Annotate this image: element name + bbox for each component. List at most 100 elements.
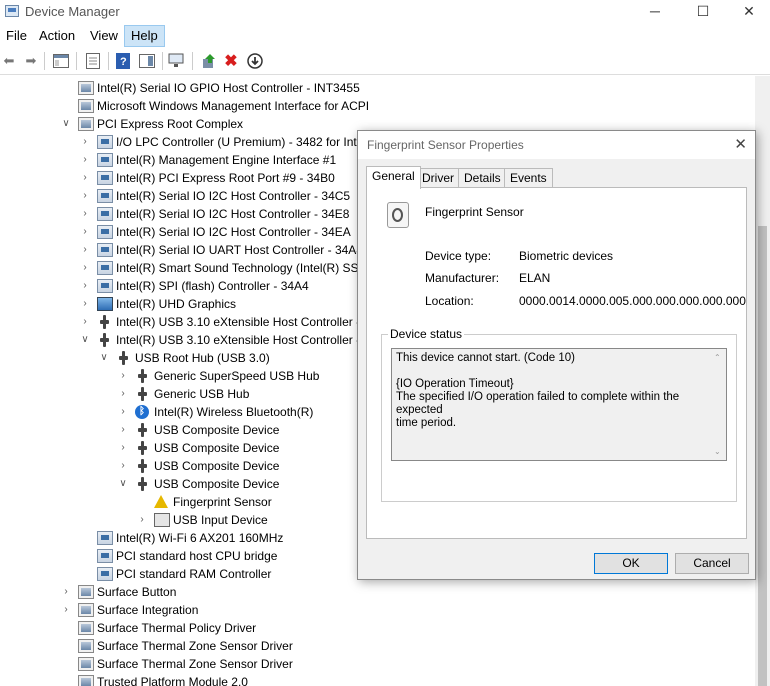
close-button[interactable]: ✕ [726,0,770,24]
tree-node-label: USB Input Device [173,513,268,527]
system-device-icon [78,99,94,113]
expand-chevron-icon[interactable]: › [137,511,147,529]
tree-node-label: Intel(R) SPI (flash) Controller - 34A4 [116,279,309,293]
expand-chevron-icon[interactable]: › [118,385,128,403]
tree-node[interactable]: Intel(R) Serial IO GPIO Host Controller … [0,79,755,97]
maximize-button[interactable]: ☐ [680,0,726,24]
expand-chevron-icon[interactable]: › [80,169,90,187]
tree-scrollbar[interactable] [755,76,770,686]
usb-icon [135,369,151,383]
help-icon[interactable]: ? [114,52,132,70]
tree-node-label: Intel(R) Wi-Fi 6 AX201 160MHz [116,531,284,545]
system-device-icon [78,81,94,95]
expand-chevron-icon[interactable]: › [80,313,90,331]
menu-view[interactable]: View [84,25,124,47]
tree-node-label: Generic USB Hub [154,387,250,401]
tab-driver[interactable]: Driver [416,168,460,187]
manufacturer-value: ELAN [519,271,551,285]
tree-node-label: Surface Thermal Zone Sensor Driver [97,639,293,653]
menu-file[interactable]: File [0,25,33,47]
expand-chevron-icon[interactable]: › [80,241,90,259]
status-line [396,365,722,378]
expand-chevron-icon[interactable]: › [118,403,128,421]
usb-icon [116,351,132,365]
forward-arrow-icon[interactable]: ➡ [22,52,40,70]
scroll-down-icon[interactable]: ⌄ [714,445,721,458]
tree-node-label: PCI standard host CPU bridge [116,549,278,563]
back-arrow-icon[interactable]: ⬅ [0,52,18,70]
scroll-up-icon[interactable]: ⌃ [714,351,721,364]
menu-action[interactable]: Action [33,25,81,47]
status-scrollbar[interactable]: ⌃ ⌄ [712,351,724,458]
expand-chevron-icon[interactable]: › [118,421,128,439]
expand-chevron-icon[interactable]: › [118,367,128,385]
location-value: 0000.0014.0000.005.000.000.000.000.000 [519,294,746,308]
usb-icon [135,387,151,401]
general-tab-panel: Fingerprint Sensor Device type: Biometri… [366,187,747,539]
device-icon [97,207,113,221]
system-device-icon [78,603,94,617]
tree-node[interactable]: Microsoft Windows Management Interface f… [0,97,755,115]
tree-node[interactable]: › Surface Integration [0,601,755,619]
collapse-chevron-icon[interactable]: ∨ [118,475,128,493]
tab-events[interactable]: Events [504,168,553,187]
expand-chevron-icon[interactable]: › [80,133,90,151]
menu-help[interactable]: Help [124,25,165,47]
tree-node-label: PCI Express Root Complex [97,117,244,131]
title-bar: Device Manager ─ ☐ ✕ [0,0,770,24]
expand-chevron-icon[interactable]: › [80,223,90,241]
scrollbar-thumb[interactable] [758,226,767,686]
scan-hardware-icon[interactable] [168,52,186,70]
toolbar: ⬅ ➡ ? ✖ [0,48,770,75]
fingerprint-icon [387,202,409,228]
expand-chevron-icon[interactable]: › [80,205,90,223]
expand-chevron-icon[interactable]: › [80,151,90,169]
expand-chevron-icon[interactable]: › [80,187,90,205]
tree-node-label: USB Root Hub (USB 3.0) [135,351,270,365]
tree-node-label: Fingerprint Sensor [173,495,272,509]
dialog-title-bar: Fingerprint Sensor Properties ✕ [358,131,755,159]
expand-chevron-icon[interactable]: › [80,277,90,295]
expand-chevron-icon[interactable]: › [118,457,128,475]
tree-node-label: Trusted Platform Module 2.0 [97,675,248,686]
expand-chevron-icon[interactable]: › [80,295,90,313]
tree-node-label: Intel(R) Serial IO I2C Host Controller -… [116,207,350,221]
device-status-title: Device status [388,327,465,341]
collapse-chevron-icon[interactable]: ∨ [61,115,71,133]
cancel-button[interactable]: Cancel [675,553,749,574]
tree-node[interactable]: Trusted Platform Module 2.0 [0,673,755,686]
system-device-icon [78,621,94,635]
expand-chevron-icon[interactable]: › [80,259,90,277]
collapse-chevron-icon[interactable]: ∨ [80,331,90,349]
tree-node-label: Intel(R) Management Engine Interface #1 [116,153,337,167]
ok-button[interactable]: OK [594,553,668,574]
action-pane-icon[interactable] [138,52,156,70]
collapse-chevron-icon[interactable]: ∨ [99,349,109,367]
usb-icon [135,459,151,473]
status-line: {IO Operation Timeout} [396,378,514,390]
uninstall-device-icon[interactable]: ✖ [222,52,240,70]
tree-node[interactable]: Surface Thermal Policy Driver [0,619,755,637]
tree-node[interactable]: › Surface Button [0,583,755,601]
tree-node[interactable]: Surface Thermal Zone Sensor Driver [0,637,755,655]
tree-node-label: Intel(R) PCI Express Root Port #9 - 34B0 [116,171,335,185]
device-icon [97,189,113,203]
menu-bar: File Action View Help [0,25,770,47]
tab-general[interactable]: General [366,166,421,189]
show-hide-console-tree-icon[interactable] [52,52,70,70]
expand-chevron-icon[interactable]: › [61,601,71,619]
expand-chevron-icon[interactable]: › [118,439,128,457]
expand-chevron-icon[interactable]: › [61,583,71,601]
tab-details[interactable]: Details [458,168,507,187]
update-driver-icon[interactable] [200,52,218,70]
usb-icon [135,423,151,437]
minimize-button[interactable]: ─ [632,0,678,24]
tree-node-label: Intel(R) USB 3.10 eXtensible Host Contro… [116,333,371,347]
device-status-text[interactable]: This device cannot start. (Code 10) {IO … [391,348,727,461]
tree-node[interactable]: Surface Thermal Zone Sensor Driver [0,655,755,673]
tree-node-label: Generic SuperSpeed USB Hub [154,369,320,383]
tree-node-label: PCI standard RAM Controller [116,567,272,581]
dialog-close-button[interactable]: ✕ [734,135,747,153]
disable-device-icon[interactable] [246,52,264,70]
properties-icon[interactable] [84,52,102,70]
